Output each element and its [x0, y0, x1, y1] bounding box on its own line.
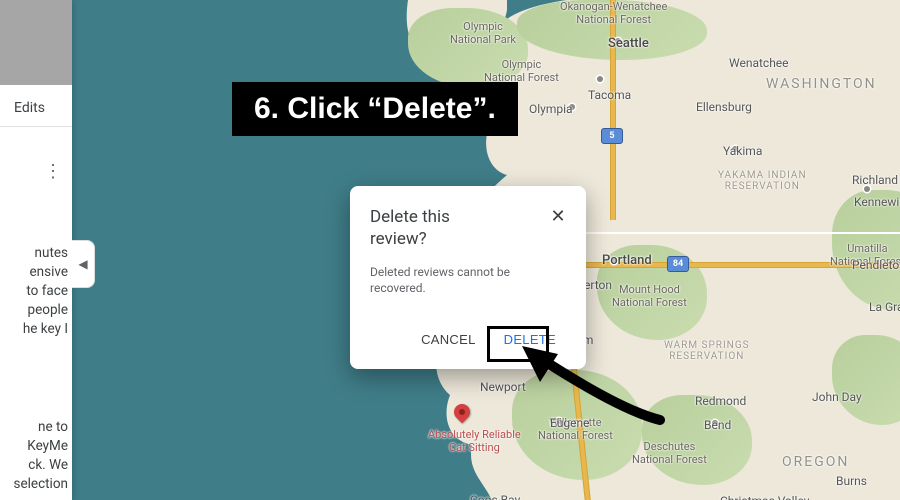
- hwy-shield-i5: 5: [601, 128, 623, 144]
- city-label: Christmas Valley: [720, 494, 809, 500]
- city-label: Burns: [836, 474, 867, 488]
- feature-label: Olympic National Forest: [484, 58, 559, 84]
- dialog-title: Delete this review?: [370, 206, 510, 250]
- city-label: Eugene: [550, 416, 589, 430]
- delete-button[interactable]: DELETE: [494, 324, 566, 355]
- city-label: Bend: [704, 418, 731, 432]
- pin-label: Absolutely Reliable Cat Sitting: [428, 428, 521, 454]
- feature-label: YAKAMA INDIAN RESERVATION: [718, 170, 807, 192]
- state-label: OREGON: [782, 454, 849, 470]
- review-snippet-2: ne to KeyMe ck. We selection: [0, 418, 72, 494]
- city-label: Kennewick: [854, 195, 900, 209]
- city-label: Wenatchee: [729, 56, 789, 70]
- feature-label: Mount Hood National Forest: [612, 283, 687, 309]
- instruction-banner: 6. Click “Delete”.: [232, 82, 518, 136]
- city-label: Redmond: [695, 394, 746, 408]
- review-snippet-1: nutes ensive to face people he key I: [0, 244, 72, 339]
- feature-label: Deschutes National Forest: [632, 440, 707, 466]
- city-dot: [597, 76, 603, 82]
- feature-label: WARM SPRINGS RESERVATION: [664, 340, 750, 362]
- highway-i5: [610, 0, 616, 220]
- city-label: Olympia: [529, 102, 573, 116]
- more-icon[interactable]: ⋮: [44, 170, 62, 174]
- city-label: La Grande: [869, 300, 900, 314]
- city-label: Pendleton: [852, 258, 900, 272]
- city-label: Newport: [480, 380, 526, 394]
- delete-review-dialog: Delete this review? ✕ Deleted reviews ca…: [350, 186, 586, 369]
- city-label: Portland: [602, 253, 652, 268]
- dialog-actions: CANCEL DELETE: [370, 324, 566, 355]
- divider: [0, 126, 72, 127]
- overlay-shade: [0, 0, 72, 85]
- hwy-shield-i84: 84: [667, 256, 689, 272]
- city-label: Seattle: [608, 36, 649, 51]
- state-label: WASHINGTON: [766, 76, 877, 92]
- city-label: Ellensburg: [696, 100, 752, 114]
- feature-label: Olympic National Park: [450, 20, 516, 46]
- city-label: Tacoma: [588, 88, 631, 102]
- tab-edits[interactable]: Edits: [14, 100, 45, 116]
- city-label: Yakima: [723, 144, 762, 158]
- cancel-button[interactable]: CANCEL: [411, 324, 486, 355]
- close-icon[interactable]: ✕: [544, 202, 572, 230]
- feature-label: Okanogan-Wenatchee National Forest: [560, 0, 667, 26]
- city-label: John Day: [812, 390, 862, 404]
- city-label: Richland: [852, 173, 898, 187]
- city-label: Coos Bay: [470, 493, 520, 500]
- dialog-body: Deleted reviews cannot be recovered.: [370, 264, 566, 296]
- collapse-handle[interactable]: ◀: [72, 240, 95, 288]
